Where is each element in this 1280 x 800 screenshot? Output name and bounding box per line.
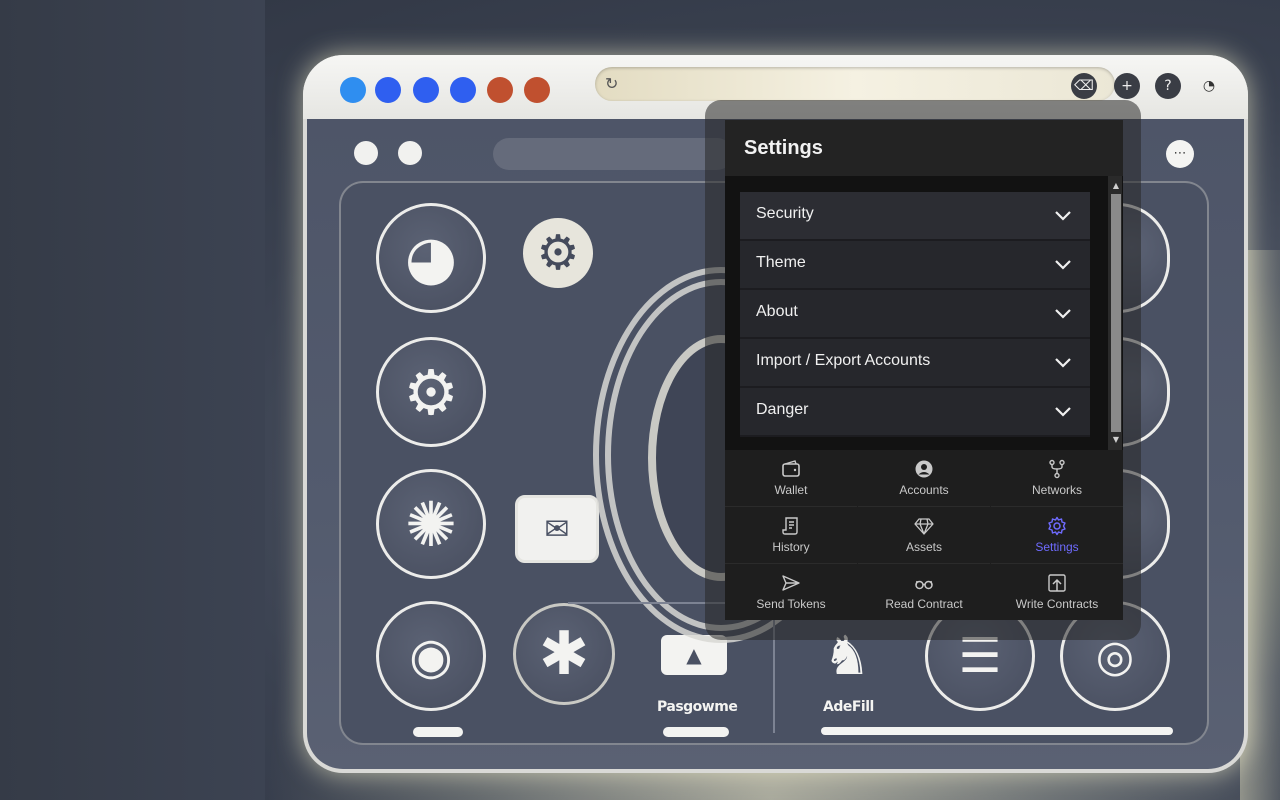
globe-icon: ◕ — [376, 203, 486, 313]
glasses-icon — [915, 580, 933, 590]
inner-address-bar — [493, 138, 733, 170]
nav-accounts[interactable]: Accounts — [858, 450, 990, 507]
dot-icon — [398, 141, 422, 165]
page-title: Settings — [744, 137, 823, 159]
accordion-danger[interactable]: Danger — [740, 388, 1090, 437]
nav-label: Assets — [905, 540, 942, 554]
plus-icon: + — [1114, 73, 1140, 99]
account-icon — [915, 460, 933, 478]
nav-assets[interactable]: Assets — [858, 507, 990, 564]
gear-icon — [1048, 516, 1066, 536]
dot-icon — [450, 77, 476, 103]
dot-icon — [413, 77, 439, 103]
nav-history[interactable]: History — [725, 507, 857, 564]
nav-label: Write Contracts — [1015, 597, 1099, 611]
bell-icon: ◔ — [1202, 78, 1216, 94]
wallet-icon — [782, 460, 800, 477]
address-bar: ↻ — [595, 67, 1115, 101]
gear-icon: ✺ — [376, 469, 486, 579]
nav-read-contract[interactable]: Read Contract — [858, 564, 990, 620]
accordion-security[interactable]: Security — [740, 192, 1090, 241]
accordion-label: Security — [756, 205, 814, 222]
scrollbar-thumb[interactable] — [1111, 194, 1121, 432]
network-icon — [1049, 459, 1065, 479]
decorative-pill — [413, 727, 463, 737]
decorative-pill — [821, 727, 1173, 735]
dot-icon — [487, 77, 513, 103]
refresh-icon: ↻ — [605, 74, 619, 93]
history-icon — [782, 517, 798, 535]
gear-icon: ⚙ — [376, 337, 486, 447]
send-icon — [782, 575, 800, 591]
info-icon: ? — [1155, 73, 1181, 99]
nav-label: Accounts — [899, 483, 949, 497]
menu-icon: ⋯ — [1166, 140, 1194, 168]
accordion-label: Import / Export Accounts — [756, 352, 931, 369]
shield-icon: ◉ — [376, 601, 486, 711]
nav-send-tokens[interactable]: Send Tokens — [725, 564, 857, 620]
nav-label: Read Contract — [885, 597, 963, 611]
scroll-down-icon[interactable]: ▼ — [1110, 434, 1122, 446]
dot-icon — [340, 77, 366, 103]
dot-icon — [375, 77, 401, 103]
accordion-theme[interactable]: Theme — [740, 241, 1090, 290]
decorative-pill — [663, 727, 729, 737]
nav-write-contracts[interactable]: Write Contracts — [991, 564, 1123, 620]
illustration-label: Pasgowme — [657, 699, 738, 715]
asterisk-icon: ✱ — [513, 603, 615, 705]
illustration-label: AdeFill — [823, 699, 874, 715]
trash-icon: ⌫ — [1071, 73, 1097, 99]
nav-networks[interactable]: Networks — [991, 450, 1123, 507]
nav-label: Settings — [1035, 540, 1079, 554]
gear-icon: ⚙ — [523, 218, 593, 288]
nav-label: History — [772, 540, 810, 554]
accordion-import-export[interactable]: Import / Export Accounts — [740, 339, 1090, 388]
bottom-nav: Wallet Accounts Networks History Assets … — [725, 450, 1123, 620]
chevron-down-icon — [1055, 358, 1071, 368]
chevron-down-icon — [1055, 309, 1071, 319]
accordion-label: About — [756, 303, 798, 320]
diamond-icon — [914, 518, 934, 535]
settings-header: Settings — [725, 120, 1123, 176]
accordion-label: Danger — [756, 401, 809, 418]
dot-icon — [524, 77, 550, 103]
settings-panel: Settings Security Theme About Import / E… — [725, 120, 1123, 620]
nav-wallet[interactable]: Wallet — [725, 450, 857, 507]
nav-label: Wallet — [774, 483, 808, 497]
mail-icon: ✉ — [515, 495, 599, 563]
background-left — [0, 0, 265, 800]
nav-label: Networks — [1031, 483, 1082, 497]
chevron-down-icon — [1055, 260, 1071, 270]
accordion-label: Theme — [756, 254, 806, 271]
nav-label: Send Tokens — [756, 597, 826, 611]
accordion-about[interactable]: About — [740, 290, 1090, 339]
chevron-down-icon — [1055, 407, 1071, 417]
chevron-down-icon — [1055, 211, 1071, 221]
upload-icon — [1048, 574, 1066, 592]
nav-settings[interactable]: Settings — [991, 507, 1123, 564]
dot-icon — [354, 141, 378, 165]
scroll-up-icon[interactable]: ▲ — [1110, 180, 1122, 192]
